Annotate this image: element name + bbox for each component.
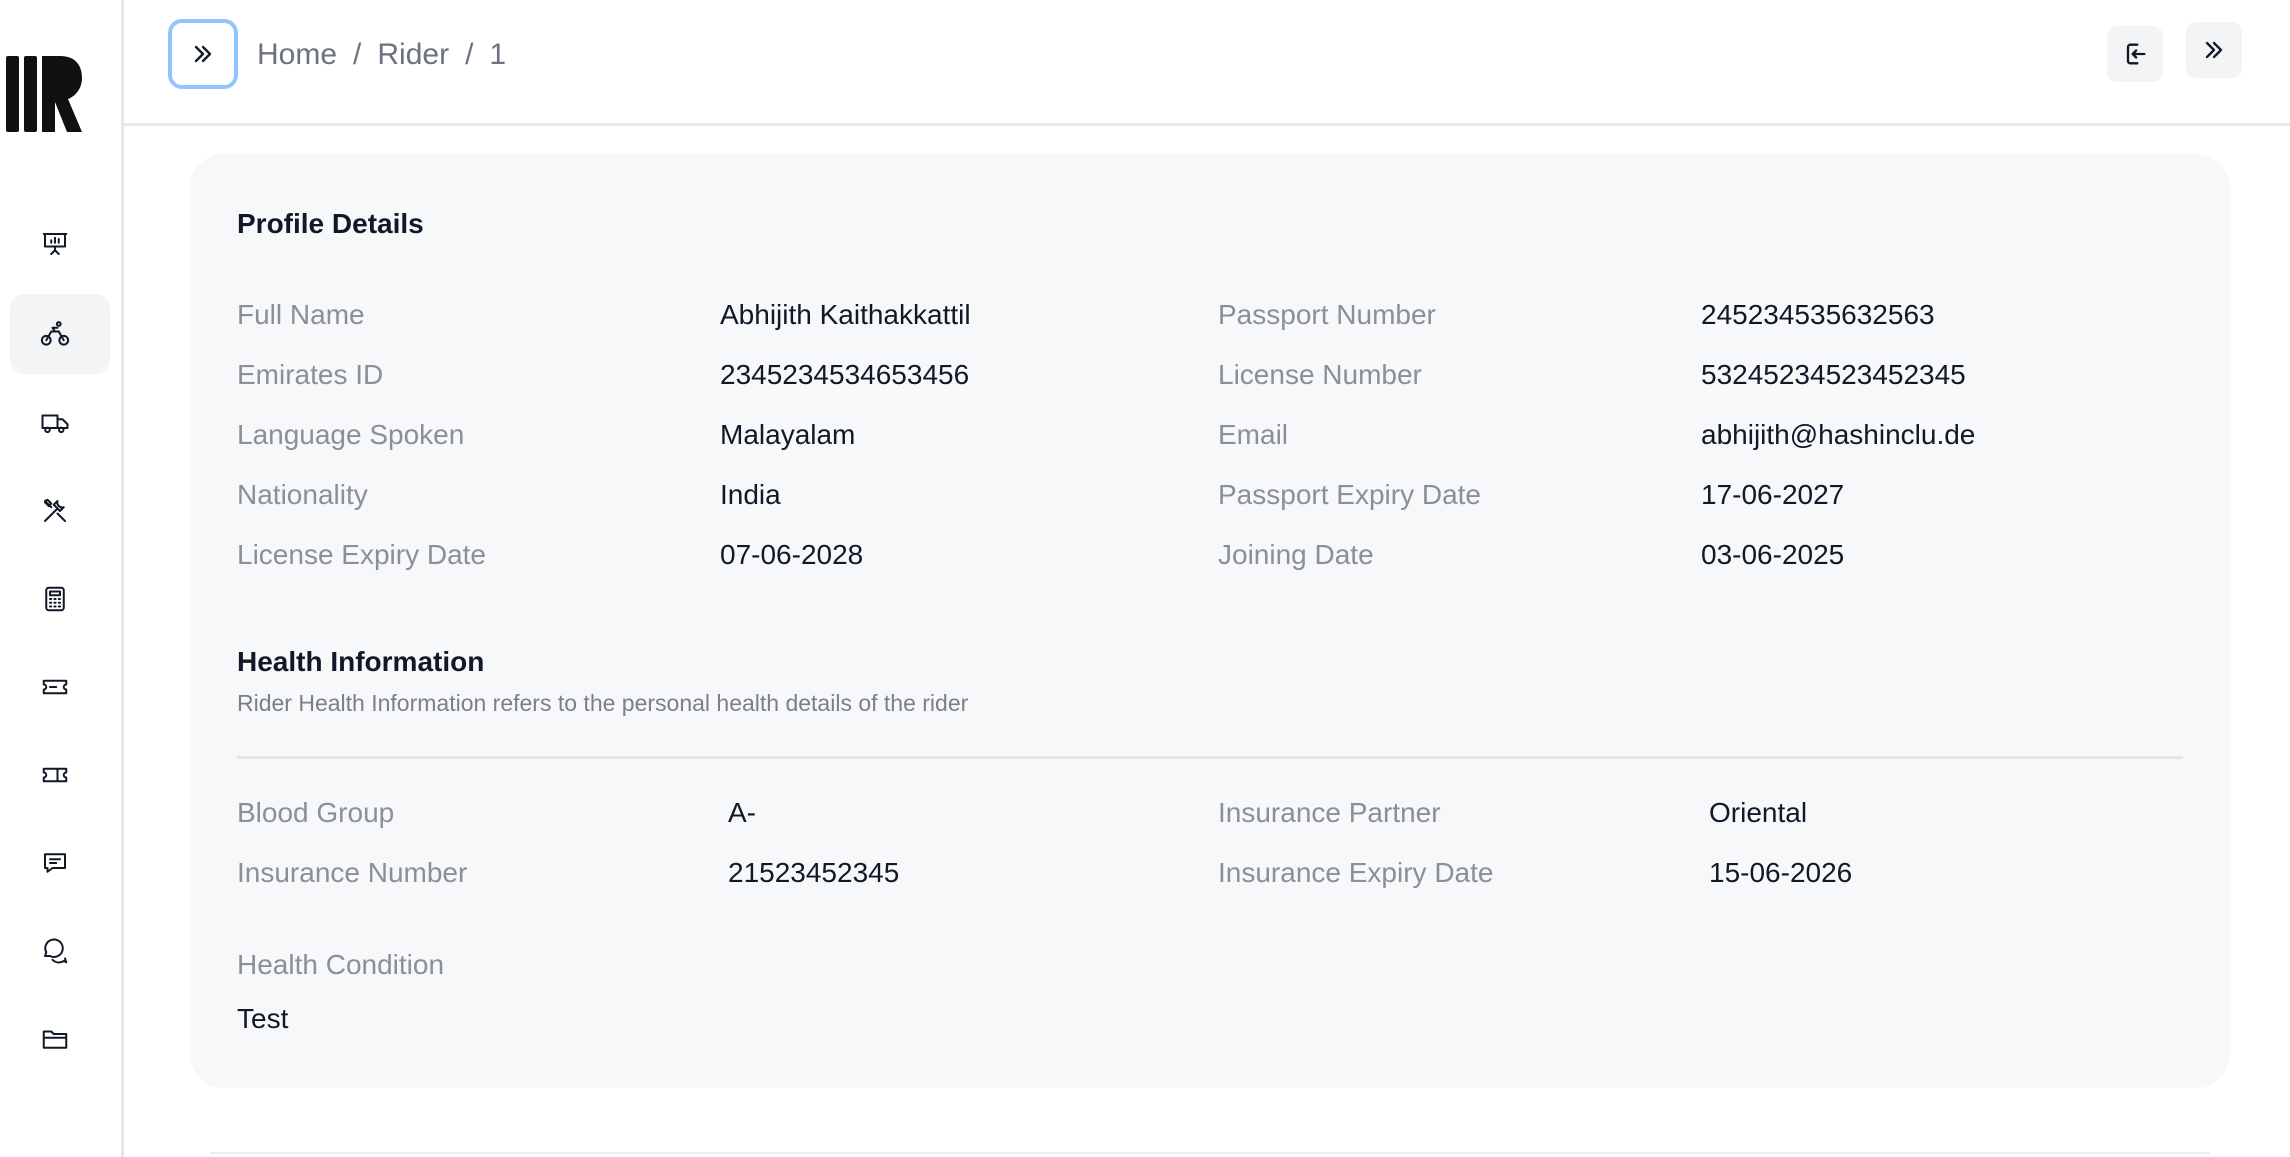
field-value: 07-06-2028 — [720, 539, 864, 570]
sidebar — [0, 0, 124, 1157]
brand-logo[interactable] — [6, 54, 84, 134]
top-header: Home / Rider / 1 — [124, 0, 2290, 126]
field-value: 21523452345 — [728, 857, 900, 888]
health-condition-label: Health Condition — [237, 949, 445, 980]
section-divider — [237, 756, 2183, 759]
calculator-icon — [45, 586, 65, 612]
breadcrumb-separator: / — [465, 38, 474, 71]
truck-icon — [41, 414, 69, 434]
chat-bubbles-icon — [44, 938, 68, 964]
field-label: Insurance Partner — [1218, 797, 1441, 828]
breadcrumb-rider[interactable]: Rider — [377, 38, 449, 72]
field-label: Joining Date — [1218, 539, 1374, 570]
nav-riders[interactable] — [10, 294, 110, 374]
chevrons-right-icon — [194, 45, 212, 63]
field-value: 03-06-2025 — [1701, 539, 1845, 570]
field-value: 245234535632563 — [1701, 299, 1935, 330]
field-value: India — [720, 479, 781, 510]
logout-icon — [2126, 43, 2146, 65]
field-label: Blood Group — [237, 797, 395, 828]
field-label: Insurance Expiry Date — [1218, 857, 1494, 888]
breadcrumb-current: 1 — [489, 38, 507, 71]
health-information-title: Health Information — [237, 646, 485, 677]
logout-button[interactable] — [2107, 26, 2163, 82]
sidebar-toggle-button[interactable] — [168, 19, 238, 89]
field-value: Malayalam — [720, 419, 856, 450]
expand-panel-button[interactable] — [2186, 22, 2242, 78]
folder-icon — [42, 1030, 68, 1049]
breadcrumb: Home / Rider / 1 — [257, 34, 506, 76]
breadcrumb-home[interactable]: Home — [257, 38, 337, 72]
profile-details-title: Profile Details — [237, 208, 424, 239]
chevrons-right-icon — [2205, 41, 2223, 59]
message-icon — [44, 853, 66, 873]
field-label: Passport Number — [1218, 299, 1436, 330]
health-condition-value: Test — [237, 1003, 289, 1034]
ticket-icon — [42, 679, 68, 695]
field-value: 53245234523452345 — [1701, 359, 1966, 390]
nav-tickets[interactable] — [10, 647, 110, 727]
ticket-alt-icon — [42, 767, 68, 783]
next-card-edge — [210, 1152, 2210, 1154]
bicycle-rider-icon — [40, 321, 70, 346]
profile-card: Profile Details Full Name Abhijith Kaith… — [190, 154, 2230, 1088]
field-value: 17-06-2027 — [1701, 479, 1845, 510]
field-label: Passport Expiry Date — [1218, 479, 1481, 510]
field-label: Nationality — [237, 479, 368, 510]
field-value: abhijith@hashinclu.de — [1701, 419, 1976, 450]
breadcrumb-separator: / — [353, 38, 362, 71]
field-label: Language Spoken — [237, 419, 465, 450]
nav-documents[interactable] — [10, 999, 110, 1079]
field-value: 15-06-2026 — [1709, 857, 1853, 888]
health-information-description: Rider Health Information refers to the p… — [237, 690, 969, 716]
nav-messages[interactable] — [10, 823, 110, 903]
field-label: License Expiry Date — [237, 539, 487, 570]
field-value: Oriental — [1709, 797, 1808, 828]
field-label: Insurance Number — [237, 857, 468, 888]
field-label: Full Name — [237, 299, 365, 330]
nav-chat[interactable] — [10, 911, 110, 991]
nav-tickets-alt[interactable] — [10, 735, 110, 815]
field-label: Emirates ID — [237, 359, 384, 390]
nav-accounts[interactable] — [10, 559, 110, 639]
field-value: 2345234534653456 — [720, 359, 970, 390]
presentation-chart-icon — [42, 233, 68, 255]
nav-maintenance[interactable] — [10, 471, 110, 551]
nav-dashboard[interactable] — [10, 204, 110, 284]
nav-vehicles[interactable] — [10, 383, 110, 463]
field-label: Email — [1218, 419, 1289, 450]
field-value: Abhijith Kaithakkattil — [720, 299, 971, 330]
tools-icon — [44, 498, 66, 522]
field-value: A- — [728, 797, 756, 828]
field-label: License Number — [1218, 359, 1422, 390]
